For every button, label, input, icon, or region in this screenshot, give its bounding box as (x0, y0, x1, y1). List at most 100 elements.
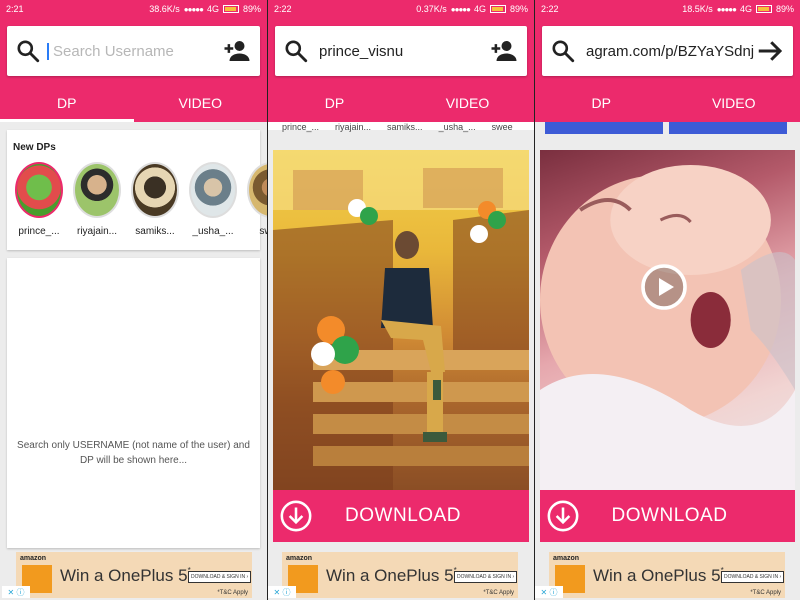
ad-headline: Win a OnePlus 5* (60, 566, 191, 585)
download-button[interactable]: DOWNLOAD (273, 490, 529, 542)
add-person-icon[interactable] (489, 36, 519, 66)
status-bar: 2:22 18.5K/s ●●●●● 4G 89% (535, 0, 800, 18)
tab-bar: DP VIDEO (268, 84, 534, 122)
ad-close-icon[interactable]: ✕ ⓘ (268, 586, 296, 598)
search-box: Search Username (7, 26, 260, 76)
profile-photo (273, 150, 529, 490)
ad-cta-button[interactable]: DOWNLOAD & SIGN IN › (188, 571, 252, 583)
ad-banner[interactable]: amazon Win a OnePlus 5* DOWNLOAD & SIGN … (268, 552, 518, 598)
video-scene (540, 165, 795, 490)
dp-name: prince_... (18, 226, 60, 237)
search-box: prince_visnu (275, 26, 527, 76)
dp-name: _usha_... (438, 122, 476, 132)
search-box: agram.com/p/BZYaYSdnjDd/ (542, 26, 793, 76)
status-network: 4G (473, 4, 486, 14)
ad-cta-button[interactable]: DOWNLOAD & SIGN IN › (454, 571, 518, 583)
dp-name: _usha_... (192, 226, 234, 237)
dp-name: swee (259, 226, 267, 237)
tab-video[interactable]: VIDEO (134, 84, 268, 122)
status-speed: 18.5K/s (682, 4, 713, 14)
dp-name: samiks... (135, 226, 175, 237)
arrow-right-icon[interactable] (755, 36, 785, 66)
add-person-icon[interactable] (222, 36, 252, 66)
dp-name: prince_... (282, 122, 320, 132)
tab-bar: DP VIDEO (0, 84, 267, 122)
avatar (15, 162, 63, 218)
status-battery: 89% (242, 4, 261, 14)
avatar (189, 162, 237, 218)
dp-item[interactable]: _usha_... (189, 162, 237, 237)
screen-2: 2:22 0.37K/s ●●●●● 4G 89% prince_visnu D… (268, 0, 534, 600)
scrolled-dp-names: prince_... riyajain... samiks... _usha_.… (282, 122, 513, 132)
screen-3: 2:22 18.5K/s ●●●●● 4G 89% agram.com/p/BZ… (535, 0, 800, 600)
screens: 2:21 38.6K/s ●●●●● 4G 89% Search Usernam… (0, 0, 800, 600)
signal-icon: ●●●●● (716, 4, 737, 14)
new-dps-card: New DPs prince_... riyajain... samiks...… (7, 130, 267, 250)
dp-name: riyajain... (335, 122, 372, 132)
hint-card: Search only USERNAME (not name of the us… (7, 258, 260, 548)
ad-brand: amazon (20, 555, 47, 562)
play-icon[interactable] (640, 263, 688, 311)
screen-1: 2:21 38.6K/s ●●●●● 4G 89% Search Usernam… (0, 0, 267, 600)
app-bar: prince_visnu DP VIDEO (268, 18, 534, 122)
battery-icon (755, 5, 772, 13)
app-bar: Search Username DP VIDEO (0, 18, 267, 122)
new-dps-title: New DPs (13, 142, 56, 153)
tab-video[interactable]: VIDEO (401, 84, 534, 122)
dp-name: samiks... (387, 122, 423, 132)
ad-terms: *T&C Apply (217, 590, 248, 596)
ad-headline: Win a OnePlus 5* (593, 566, 724, 585)
ad-close-icon[interactable]: ✕ ⓘ (535, 586, 563, 598)
dp-name: swee (491, 122, 513, 132)
ad-headline: Win a OnePlus 5* (326, 566, 457, 585)
tab-dp[interactable]: DP (535, 84, 668, 122)
status-time: 2:22 (274, 4, 292, 14)
signal-icon: ●●●●● (183, 4, 204, 14)
tab-video[interactable]: VIDEO (668, 84, 800, 122)
ad-cta-button[interactable]: DOWNLOAD & SIGN IN › (721, 571, 785, 583)
battery-icon (222, 5, 239, 13)
signal-icon: ●●●●● (450, 4, 471, 14)
status-network: 4G (206, 4, 219, 14)
scrolled-button[interactable] (669, 122, 787, 134)
status-speed: 0.37K/s (416, 4, 447, 14)
dp-item[interactable]: samiks... (131, 162, 179, 237)
search-icon[interactable] (550, 38, 576, 64)
battery-icon (489, 5, 506, 13)
search-input[interactable]: prince_visnu (309, 43, 489, 60)
status-time: 2:21 (6, 4, 24, 14)
app-bar: agram.com/p/BZYaYSdnjDd/ DP VIDEO (535, 18, 800, 122)
video-preview[interactable] (540, 150, 795, 490)
photo-scene (273, 150, 529, 490)
ad-brand: amazon (553, 555, 580, 562)
ad-banner[interactable]: amazon Win a OnePlus 5* DOWNLOAD & SIGN … (2, 552, 252, 598)
dp-item[interactable]: prince_... (15, 162, 63, 237)
status-bar: 2:22 0.37K/s ●●●●● 4G 89% (268, 0, 534, 18)
dp-item[interactable]: riyajain... (73, 162, 121, 237)
avatar (73, 162, 121, 218)
search-input[interactable]: agram.com/p/BZYaYSdnjDd/ (576, 43, 755, 60)
ad-terms: *T&C Apply (483, 590, 514, 596)
status-speed: 38.6K/s (149, 4, 180, 14)
search-icon[interactable] (15, 38, 41, 64)
status-time: 2:22 (541, 4, 559, 14)
dp-item[interactable]: swee (247, 162, 267, 237)
tab-dp[interactable]: DP (0, 84, 134, 122)
hint-text: Search only USERNAME (not name of the us… (17, 440, 250, 466)
tab-bar: DP VIDEO (535, 84, 800, 122)
download-label: DOWNLOAD (345, 505, 461, 526)
status-network: 4G (739, 4, 752, 14)
status-battery: 89% (509, 4, 528, 14)
new-dps-list: prince_... riyajain... samiks... _usha_.… (15, 162, 267, 237)
ad-banner[interactable]: amazon Win a OnePlus 5* DOWNLOAD & SIGN … (535, 552, 785, 598)
status-battery: 89% (775, 4, 794, 14)
ad-terms: *T&C Apply (750, 590, 781, 596)
tab-dp[interactable]: DP (268, 84, 401, 122)
search-icon[interactable] (283, 38, 309, 64)
search-input[interactable]: Search Username (47, 42, 222, 60)
ad-close-icon[interactable]: ✕ ⓘ (2, 586, 30, 598)
scrolled-button[interactable] (545, 122, 663, 134)
avatar (131, 162, 179, 218)
ad-brand: amazon (286, 555, 313, 562)
download-button[interactable]: DOWNLOAD (540, 490, 795, 542)
